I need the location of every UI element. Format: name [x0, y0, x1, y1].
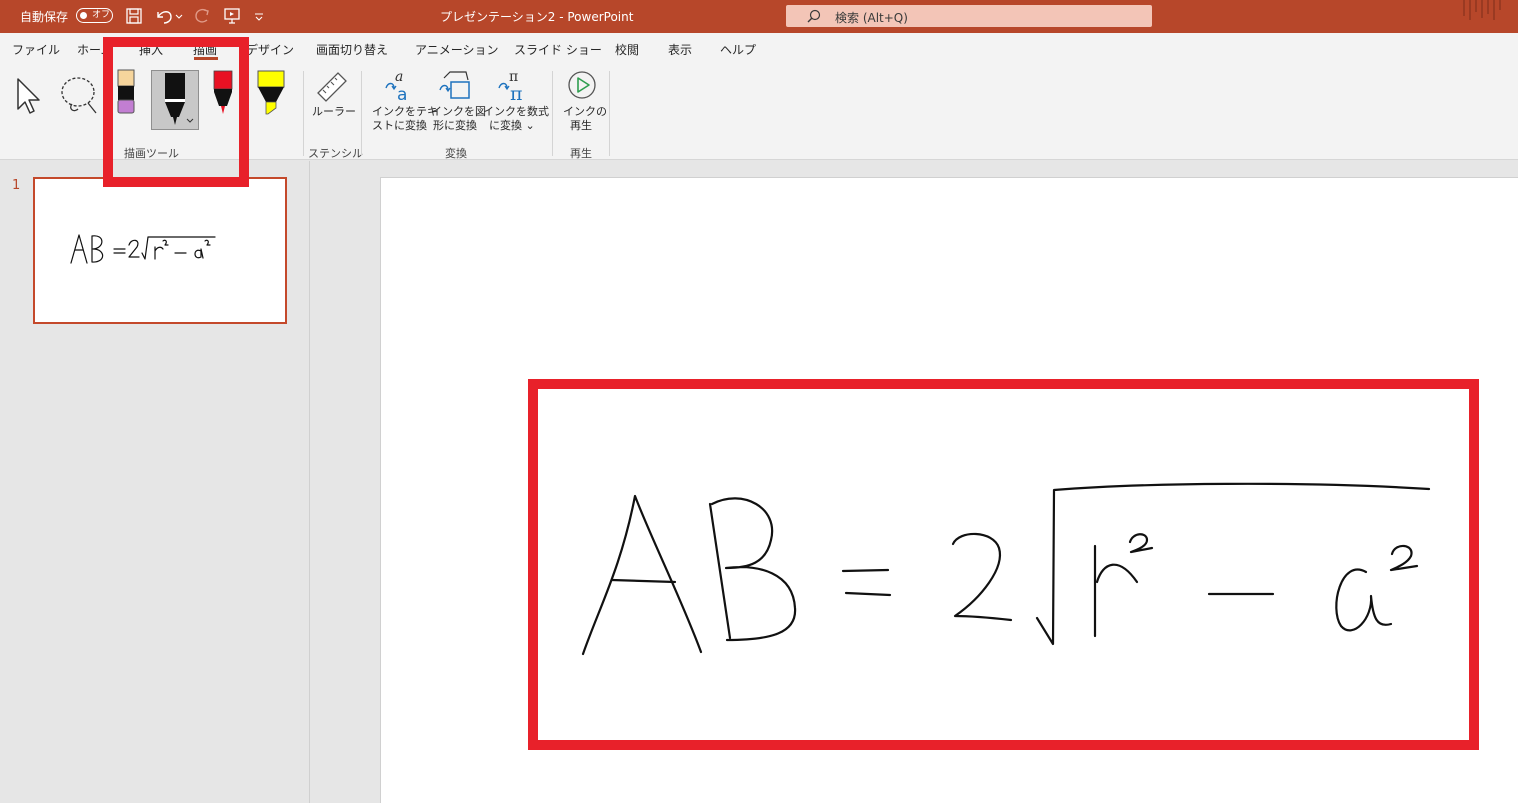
ribbon-tabs: ファイル ホーム 挿入 描画 デザイン 画面切り替え アニメーション スライド … [0, 33, 1518, 63]
search-placeholder: 検索 (Alt+Q) [835, 11, 908, 25]
search-box[interactable]: 検索 (Alt+Q) [786, 5, 1152, 27]
tab-draw[interactable]: 描画 [193, 41, 217, 58]
red-pen-icon[interactable] [212, 70, 234, 116]
lasso-select-icon[interactable] [58, 73, 102, 117]
black-pen-button[interactable] [151, 70, 199, 130]
ink-replay-icon[interactable] [565, 68, 599, 102]
tab-view[interactable]: 表示 [668, 41, 692, 58]
slide-number: 1 [12, 178, 21, 193]
svg-text:a: a [397, 85, 407, 102]
tab-slideshow[interactable]: スライド ショー [514, 41, 602, 58]
ink-to-math-label-2: に変換 ⌄ [489, 119, 535, 132]
title-bar: 自動保存 オフ プレゼンテーション2 - PowerPoint 検索 (Alt+… [0, 0, 1518, 33]
ink-to-shape-icon[interactable] [438, 68, 472, 102]
search-icon [806, 8, 822, 24]
slide-canvas[interactable] [380, 177, 1518, 803]
ink-equation [581, 482, 1431, 656]
ink-to-text-label-1: インクをテキ [372, 105, 438, 118]
thumbnail-ink-equation [70, 234, 216, 264]
ink-to-text-label-2: ストに変換 [372, 119, 427, 132]
ink-replay-label-1: インクの [563, 105, 607, 118]
ribbon-separator [609, 71, 610, 156]
document-title: プレゼンテーション2 - PowerPoint [440, 10, 634, 24]
black-pen-icon [165, 73, 194, 125]
ruler-icon[interactable] [314, 69, 350, 103]
tab-help[interactable]: ヘルプ [720, 41, 756, 58]
save-icon[interactable] [124, 6, 144, 26]
ink-to-text-icon[interactable]: aa [382, 68, 416, 102]
svg-text:π: π [510, 83, 523, 102]
ruler-label: ルーラー [312, 105, 356, 118]
pencil-pen-icon[interactable] [116, 69, 136, 115]
ink-to-shape-label-1: インクを図 [431, 105, 486, 118]
group-label-replay: 再生 [570, 147, 592, 160]
highlighter-icon[interactable] [256, 70, 286, 116]
autosave-toggle[interactable]: オフ [76, 8, 113, 23]
ribbon-separator [361, 71, 362, 156]
autosave-label: 自動保存 [20, 10, 69, 24]
ribbon-draw: 描画ツール ルーラー ステンシル aa インクをテキ ストに変換 インクを図 形… [0, 63, 1518, 160]
active-tab-indicator [194, 57, 218, 60]
ink-to-math-label-1: インクを数式 [483, 105, 549, 118]
ink-replay-label-2: 再生 [570, 119, 592, 132]
tab-review[interactable]: 校閲 [615, 41, 639, 58]
tab-insert[interactable]: 挿入 [139, 41, 163, 58]
svg-text:a: a [395, 69, 403, 85]
tab-design[interactable]: デザイン [246, 41, 294, 58]
undo-icon[interactable] [154, 6, 183, 26]
ribbon-separator [552, 71, 553, 156]
title-decoration-graphic [1460, 0, 1518, 20]
ink-to-shape-label-2: 形に変換 [433, 119, 477, 132]
autosave-toggle-state: オフ [92, 10, 111, 20]
ink-to-math-icon[interactable]: ππ [497, 68, 531, 102]
tab-transitions[interactable]: 画面切り替え [316, 41, 388, 58]
redo-icon[interactable] [192, 6, 212, 26]
present-from-start-icon[interactable] [222, 6, 242, 26]
customize-qat-icon[interactable] [252, 6, 272, 26]
slide-thumbnail[interactable] [33, 177, 287, 324]
toggle-knob [80, 12, 87, 19]
group-label-stencil: ステンシル [308, 147, 363, 160]
slide-thumbnail-pane: 1 [0, 161, 310, 803]
group-label-convert: 変換 [445, 147, 467, 160]
tab-file[interactable]: ファイル [12, 41, 60, 58]
select-cursor-icon[interactable] [14, 75, 46, 117]
tab-home[interactable]: ホーム [77, 41, 113, 58]
group-label-draw-tools: 描画ツール [124, 147, 179, 160]
ribbon-separator [303, 71, 304, 156]
tab-animations[interactable]: アニメーション [415, 41, 499, 58]
